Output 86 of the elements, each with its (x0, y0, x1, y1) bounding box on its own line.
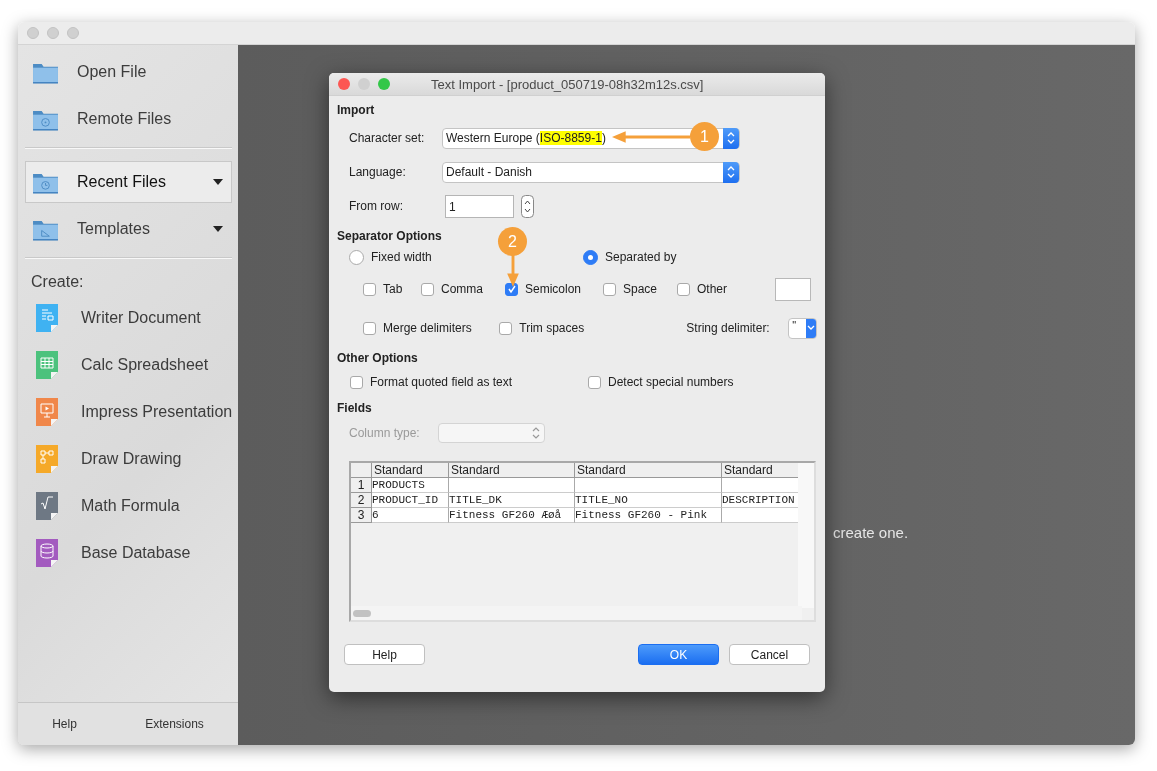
column-header[interactable]: Standard (722, 463, 800, 478)
checkbox[interactable] (499, 321, 513, 335)
up-down-arrows-icon (727, 166, 735, 178)
checkbox[interactable] (677, 282, 690, 296)
checkbox[interactable] (588, 375, 601, 389)
radio-button[interactable] (583, 249, 598, 265)
close-dialog-icon[interactable] (338, 78, 350, 90)
create-item[interactable]: Math Formula (25, 485, 232, 527)
table-cell: Fitness GF260 - Pink (575, 508, 722, 523)
annotation-arrow (505, 254, 520, 287)
checkbox-label: Other (697, 282, 727, 296)
radio-label: Separated by (605, 250, 677, 264)
up-down-arrows-icon (532, 427, 540, 439)
section-heading: Import (337, 103, 375, 119)
zoom-dialog-icon[interactable] (378, 78, 390, 90)
zoom-window-icon[interactable] (67, 27, 79, 39)
stepper-icon[interactable] (521, 194, 534, 218)
radio-label: Fixed width (371, 250, 432, 264)
section-heading: Fields (337, 401, 372, 417)
dialog-title: Text Import - [product_050719-08h32m12s.csv] (431, 76, 704, 92)
sidebar-item[interactable]: Remote Files (25, 98, 232, 140)
checkbox[interactable] (505, 282, 518, 296)
footer-button[interactable]: Extensions (145, 717, 204, 731)
from-row-field[interactable]: 1 (445, 194, 514, 218)
dropdown-caret-icon[interactable] (213, 226, 223, 232)
field-label: From row: (349, 199, 404, 213)
column-type-dropdown[interactable] (438, 423, 545, 443)
checkbox-label: Tab (383, 282, 403, 296)
table-cell: 6 (372, 508, 449, 523)
sidebar-item[interactable]: Open File (25, 51, 232, 93)
create-heading: Create: (30, 272, 85, 292)
row-number: 3 (351, 508, 372, 523)
checkbox-label: Merge delimiters (383, 321, 472, 335)
sidebar-item[interactable]: Templates (25, 208, 232, 250)
table-cell: PRODUCTS (372, 478, 449, 493)
language-dropdown[interactable]: Default - Danish (442, 161, 740, 183)
field-label: Column type: (349, 426, 421, 440)
minimize-window-icon[interactable] (47, 27, 59, 39)
dialog-button[interactable]: Cancel (729, 644, 810, 665)
other-delimiter-field[interactable] (775, 277, 811, 301)
checkbox[interactable] (421, 282, 434, 296)
column-header[interactable]: Standard (372, 463, 449, 478)
dialog-button[interactable]: Help (344, 644, 425, 665)
callout-badge: 1 (690, 122, 719, 151)
footer-button[interactable]: Help (52, 717, 77, 731)
up-down-arrows-icon (727, 132, 735, 144)
table-cell: TITLE_DK (449, 493, 575, 508)
column-header[interactable]: Standard (449, 463, 575, 478)
checkbox[interactable] (363, 282, 376, 296)
create-item[interactable]: Base Database (25, 532, 232, 574)
scrollbar-thumb[interactable] (353, 609, 371, 617)
create-item[interactable]: Impress Presentation (25, 391, 232, 433)
table-corner[interactable] (351, 463, 372, 478)
create-item[interactable]: Calc Spreadsheet (25, 344, 232, 386)
table-cell: Fitness GF260 Æøå (449, 508, 575, 523)
field-label: Language: (349, 165, 407, 179)
checkbox-label: Trim spaces (519, 321, 585, 335)
checkbox[interactable] (603, 282, 616, 296)
field-label: Character set: (349, 131, 426, 145)
column-header[interactable]: Standard (575, 463, 722, 478)
table-cell: TITLE_NO (575, 493, 722, 508)
checkbox-label: Detect special numbers (608, 375, 734, 389)
field-label: String delimiter: (686, 321, 771, 335)
dropdown-caret-icon[interactable] (213, 179, 223, 185)
chevron-down-icon (807, 325, 816, 331)
radio-button[interactable] (349, 249, 364, 265)
default-button[interactable]: OK (638, 644, 719, 665)
callout-badge: 2 (498, 227, 527, 256)
checkbox-label: Semicolon (525, 282, 582, 296)
sidebar-item[interactable]: Recent Files (25, 161, 232, 203)
table-cell: PRODUCT_ID (372, 493, 449, 508)
checkbox[interactable] (350, 375, 363, 389)
section-heading: Other Options (337, 351, 418, 367)
section-heading: Separator Options (337, 229, 442, 245)
row-number: 1 (351, 478, 372, 493)
row-number: 2 (351, 493, 372, 508)
create-item[interactable]: Writer Document (25, 297, 232, 339)
checkbox-label: Format quoted field as text (370, 375, 513, 389)
checkbox[interactable] (363, 321, 376, 335)
minimize-dialog-icon[interactable] (358, 78, 370, 90)
string-delimiter-dropdown[interactable]: " (788, 317, 817, 339)
create-item[interactable]: Draw Drawing (25, 438, 232, 480)
empty-hint-text: create one. (833, 524, 909, 541)
checkbox-label: Space (623, 282, 658, 296)
checkbox-label: Comma (441, 282, 483, 296)
close-window-icon[interactable] (27, 27, 39, 39)
